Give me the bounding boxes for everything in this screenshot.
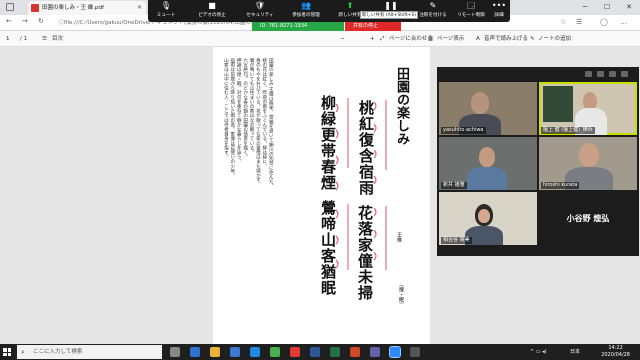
tab-close-icon[interactable]: ✕ [137, 1, 142, 15]
app-icon-2[interactable] [290, 347, 300, 357]
excel-icon[interactable] [330, 347, 340, 357]
remote-control-icon: 🗔 [466, 1, 476, 10]
toc-button[interactable]: 目次 [52, 31, 63, 47]
video-tile-1[interactable]: yasuhito achiwa [439, 82, 537, 135]
pencil-icon: ✎ [429, 1, 437, 10]
participant-name: 檀上 健 (檀上健)_横浜 [541, 127, 595, 134]
video-tile-6[interactable]: 小谷野 煌弘 [539, 192, 637, 245]
ime-indicator[interactable]: 日本 [570, 344, 580, 360]
video-tile-3[interactable]: 新井 雄雅 [439, 137, 537, 190]
mail-icon[interactable] [250, 347, 260, 357]
toc-icon[interactable]: ☰ [42, 31, 47, 47]
commentary-text: 田園の楽しみ 王維は晩年、官職を退いて輞川の別荘に住んだ。 桃の花は紅く、昨夜の… [223, 58, 274, 189]
tab-pdf[interactable]: 田園の楽しみ・王 維.pdf ✕ [28, 1, 146, 15]
participants-icon: 👥 [301, 1, 311, 10]
side-note-rhyme: 〔煙・眠〕 [398, 282, 404, 307]
window-controls: ─ ☐ ✕ [574, 0, 640, 15]
pdf-toolbar: 1 / 1 ☰ 目次 − + ⤢ ページに合わせる ▥ ページ表示 A 音声で読… [0, 31, 640, 47]
mute-button[interactable]: 🎙 ミュート [150, 0, 182, 22]
read-aloud-button[interactable]: 音声で読み上げる [484, 31, 528, 47]
word-icon[interactable] [310, 347, 320, 357]
zoom-share-toolbar: 🎙 ミュート ■ ビデオの停止 🛡 セキュリティ 👥 参加者の管理 ⬆ 新しい共… [148, 0, 510, 22]
remote-control-button[interactable]: 🗔 リモート制御 [454, 0, 488, 22]
taskbar-search[interactable]: ⌕ ここに入力して検索 [17, 345, 162, 359]
favorites-star-icon[interactable]: ☆ [560, 18, 566, 26]
more-menu-icon[interactable]: … [620, 18, 627, 26]
taskbar-clock[interactable]: 14:22 2020/04/28 [601, 345, 630, 359]
video-tile-4[interactable]: hiroshi kurata [539, 137, 637, 190]
participant-name: 新井 雄雅 [441, 182, 467, 189]
reload-icon[interactable]: ↻ [38, 17, 44, 25]
forward-icon[interactable]: → [22, 17, 28, 25]
page-total: / 1 [20, 36, 28, 42]
minimize-gallery-icon[interactable] [609, 71, 616, 77]
zoom-app-icon[interactable] [389, 346, 401, 358]
pdf-file-icon [31, 4, 39, 12]
page-view-icon[interactable]: ▥ [428, 31, 433, 47]
participant-name: hiroshi kurata [541, 182, 580, 189]
close-window-button[interactable]: ✕ [618, 0, 640, 15]
zoom-in-button[interactable]: + [370, 31, 375, 47]
video-camera-icon: ■ [208, 1, 216, 10]
new-share-tooltip: 新しい共有 (Alt+Shift+S) [360, 11, 418, 19]
add-note-button[interactable]: ノートの追加 [538, 31, 571, 47]
search-icon: ⌕ [21, 348, 25, 356]
more-dots-icon: ••• [491, 1, 507, 10]
maximize-button[interactable]: ☐ [596, 0, 618, 15]
microphone-icon: 🎙 [160, 1, 172, 10]
zoom-out-button[interactable]: − [340, 31, 345, 47]
app-icon-3[interactable] [370, 347, 380, 357]
fullscreen-icon[interactable] [621, 71, 628, 77]
back-icon[interactable]: ← [6, 17, 12, 25]
tab-actions-icon[interactable] [6, 3, 14, 11]
fit-page-icon[interactable]: ⤢ [380, 31, 384, 47]
minimize-button[interactable]: ─ [574, 0, 596, 15]
fit-page-button[interactable]: ページに合わせる [389, 31, 433, 47]
app-icon-1[interactable] [270, 347, 280, 357]
start-icon[interactable] [3, 348, 11, 356]
speaker-view-icon[interactable] [597, 71, 604, 77]
screen: 田園の楽しみ・王 維.pdf ✕ ─ ☐ ✕ ← → ↻ ⓘ file:///C… [0, 0, 640, 360]
add-note-icon[interactable]: ✎ [530, 31, 535, 47]
reading-marks [335, 98, 387, 270]
shield-icon: 🛡 [254, 1, 266, 10]
read-aloud-icon[interactable]: A [476, 31, 480, 47]
page-view-button[interactable]: ページ表示 [437, 31, 464, 47]
more-button[interactable]: ••• 詳細 [488, 0, 510, 22]
side-note-author: 王維 [396, 232, 402, 242]
meeting-id-badge[interactable]: ID: 781-8271-1934 [252, 22, 344, 31]
store-icon[interactable] [230, 347, 240, 357]
participants-button[interactable]: 👥 参加者の管理 [284, 0, 328, 22]
tray-icons[interactable]: ^ ▭ ◂) [530, 344, 547, 360]
windows-taskbar: ⌕ ここに入力して検索 ^ ▭ ◂) 日本 14:22 2020/04/28 [0, 344, 640, 360]
collections-icon[interactable]: ☰ [576, 18, 582, 26]
stop-share-button[interactable]: 共有の停止 [345, 22, 401, 31]
task-view-icon[interactable] [170, 347, 180, 357]
powerpoint-icon[interactable] [350, 347, 360, 357]
annotate-button[interactable]: ✎ 注釈を付ける [414, 0, 452, 22]
page-number-input[interactable]: 1 [6, 31, 10, 47]
gallery-view-icon[interactable] [585, 71, 592, 77]
app-icon-4[interactable] [410, 347, 420, 357]
gallery-header [437, 67, 639, 82]
video-tile-5[interactable]: 相合谷 晴美 [439, 192, 537, 245]
video-tile-2[interactable]: 檀上 健 (檀上健)_横浜 [539, 82, 637, 135]
participant-name: 相合谷 晴美 [441, 237, 472, 244]
participant-name: yasuhito achiwa [441, 127, 486, 134]
edge-icon[interactable] [190, 347, 200, 357]
participant-name: 小谷野 煌弘 [566, 214, 610, 223]
tab-title: 田園の楽しみ・王 維.pdf [42, 5, 104, 11]
stop-video-button[interactable]: ■ ビデオの停止 [190, 0, 234, 22]
profile-icon[interactable]: ◯ [600, 18, 608, 26]
search-placeholder: ここに入力して検索 [33, 349, 83, 355]
security-button[interactable]: 🛡 セキュリティ [240, 0, 280, 22]
video-gallery: yasuhito achiwa 檀上 健 (檀上健)_横浜 新井 雄雅 hiro… [437, 67, 639, 256]
file-explorer-icon[interactable] [210, 347, 220, 357]
